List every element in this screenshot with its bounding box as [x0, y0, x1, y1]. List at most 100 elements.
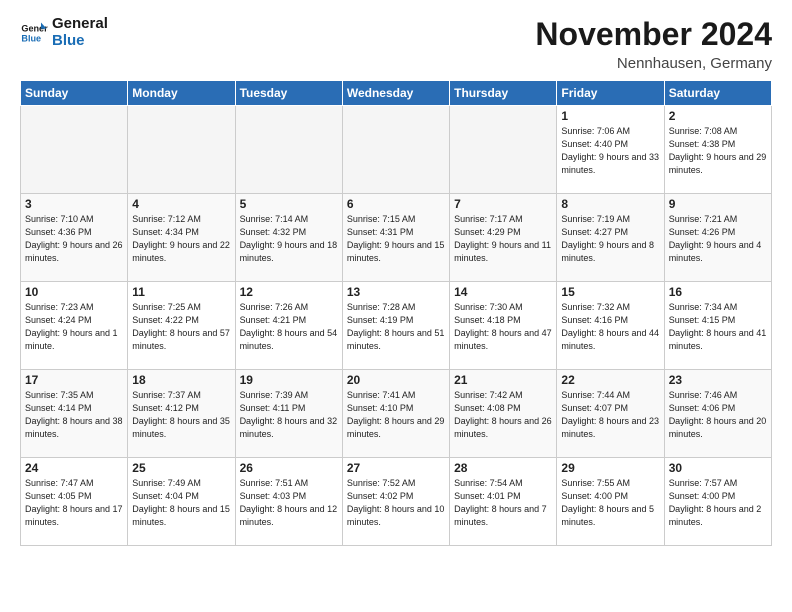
calendar-day-14: 14 Sunrise: 7:30 AM Sunset: 4:18 PM Dayli… — [450, 282, 557, 370]
calendar-day-5: 5Sunrise: 7:14 AM Sunset: 4:32 PM Daylig… — [235, 194, 342, 282]
day-info: Sunrise: 7:55 AM Sunset: 4:00 PM Dayligh… — [561, 477, 659, 529]
calendar-day-18: 18 Sunrise: 7:37 AM Sunset: 4:12 PM Dayli… — [128, 370, 235, 458]
day-number: 26 — [240, 461, 338, 475]
day-info: Sunrise: 7:14 AM Sunset: 4:32 PM Dayligh… — [240, 213, 338, 265]
day-number: 24 — [25, 461, 123, 475]
day-number: 6 — [347, 197, 445, 211]
calendar-day-8: 8 Sunrise: 7:19 AM Sunset: 4:27 PM Daylig… — [557, 194, 664, 282]
location: Nennhausen, Germany — [535, 55, 772, 72]
calendar-table: SundayMondayTuesdayWednesdayThursdayFrid… — [20, 80, 772, 546]
day-info: Sunrise: 7:26 AM Sunset: 4:21 PM Dayligh… — [240, 301, 338, 353]
day-number: 22 — [561, 373, 659, 387]
day-info: Sunrise: 7:30 AM Sunset: 4:18 PM Dayligh… — [454, 301, 552, 353]
weekday-header-saturday: Saturday — [664, 81, 771, 106]
weekday-header-monday: Monday — [128, 81, 235, 106]
day-info: Sunrise: 7:25 AM Sunset: 4:22 PM Dayligh… — [132, 301, 230, 353]
day-number: 9 — [669, 197, 767, 211]
day-info: Sunrise: 7:54 AM Sunset: 4:01 PM Dayligh… — [454, 477, 552, 529]
day-number: 21 — [454, 373, 552, 387]
day-number: 11 — [132, 285, 230, 299]
day-number: 18 — [132, 373, 230, 387]
day-number: 16 — [669, 285, 767, 299]
calendar-day-29: 29Sunrise: 7:55 AM Sunset: 4:00 PM Dayli… — [557, 458, 664, 546]
logo-general: General — [52, 16, 108, 33]
day-number: 25 — [132, 461, 230, 475]
weekday-header-friday: Friday — [557, 81, 664, 106]
calendar-day-28: 28 Sunrise: 7:54 AM Sunset: 4:01 PM Dayli… — [450, 458, 557, 546]
calendar-day-15: 15 Sunrise: 7:32 AM Sunset: 4:16 PM Dayli… — [557, 282, 664, 370]
day-info: Sunrise: 7:28 AM Sunset: 4:19 PM Dayligh… — [347, 301, 445, 353]
calendar-day-13: 13 Sunrise: 7:28 AM Sunset: 4:19 PM Dayli… — [342, 282, 449, 370]
day-info: Sunrise: 7:44 AM Sunset: 4:07 PM Dayligh… — [561, 389, 659, 441]
day-info: Sunrise: 7:52 AM Sunset: 4:02 PM Dayligh… — [347, 477, 445, 529]
day-number: 30 — [669, 461, 767, 475]
day-number: 13 — [347, 285, 445, 299]
month-title: November 2024 — [535, 16, 772, 53]
day-number: 10 — [25, 285, 123, 299]
day-info: Sunrise: 7:10 AM Sunset: 4:36 PM Dayligh… — [25, 213, 123, 265]
day-number: 12 — [240, 285, 338, 299]
calendar-day-10: 10 Sunrise: 7:23 AM Sunset: 4:24 PM Dayli… — [21, 282, 128, 370]
day-number: 8 — [561, 197, 659, 211]
day-info: Sunrise: 7:21 AM Sunset: 4:26 PM Dayligh… — [669, 213, 767, 265]
calendar-day-1: 1 Sunrise: 7:06 AM Sunset: 4:40 PM Daylig… — [557, 106, 664, 194]
calendar-week-4: 17 Sunrise: 7:35 AM Sunset: 4:14 PM Dayli… — [21, 370, 772, 458]
day-info: Sunrise: 7:35 AM Sunset: 4:14 PM Dayligh… — [25, 389, 123, 441]
calendar-day-6: 6 Sunrise: 7:15 AM Sunset: 4:31 PM Daylig… — [342, 194, 449, 282]
calendar-day-21: 21 Sunrise: 7:42 AM Sunset: 4:08 PM Dayli… — [450, 370, 557, 458]
day-info: Sunrise: 7:37 AM Sunset: 4:12 PM Dayligh… — [132, 389, 230, 441]
calendar-day-26: 26 Sunrise: 7:51 AM Sunset: 4:03 PM Dayli… — [235, 458, 342, 546]
day-number: 14 — [454, 285, 552, 299]
calendar-day-23: 23 Sunrise: 7:46 AM Sunset: 4:06 PM Dayli… — [664, 370, 771, 458]
day-number: 1 — [561, 109, 659, 123]
day-info: Sunrise: 7:34 AM Sunset: 4:15 PM Dayligh… — [669, 301, 767, 353]
weekday-header-sunday: Sunday — [21, 81, 128, 106]
weekday-header-tuesday: Tuesday — [235, 81, 342, 106]
day-number: 17 — [25, 373, 123, 387]
calendar-day-17: 17 Sunrise: 7:35 AM Sunset: 4:14 PM Dayli… — [21, 370, 128, 458]
day-info: Sunrise: 7:32 AM Sunset: 4:16 PM Dayligh… — [561, 301, 659, 353]
calendar-day-empty — [235, 106, 342, 194]
weekday-header-row: SundayMondayTuesdayWednesdayThursdayFrid… — [21, 81, 772, 106]
day-info: Sunrise: 7:23 AM Sunset: 4:24 PM Dayligh… — [25, 301, 123, 353]
day-info: Sunrise: 7:46 AM Sunset: 4:06 PM Dayligh… — [669, 389, 767, 441]
day-info: Sunrise: 7:39 AM Sunset: 4:11 PM Dayligh… — [240, 389, 338, 441]
day-number: 4 — [132, 197, 230, 211]
calendar-week-5: 24Sunrise: 7:47 AM Sunset: 4:05 PM Dayli… — [21, 458, 772, 546]
day-number: 28 — [454, 461, 552, 475]
day-number: 20 — [347, 373, 445, 387]
day-info: Sunrise: 7:57 AM Sunset: 4:00 PM Dayligh… — [669, 477, 767, 529]
calendar-day-16: 16 Sunrise: 7:34 AM Sunset: 4:15 PM Dayli… — [664, 282, 771, 370]
calendar-day-empty — [450, 106, 557, 194]
day-info: Sunrise: 7:51 AM Sunset: 4:03 PM Dayligh… — [240, 477, 338, 529]
day-info: Sunrise: 7:19 AM Sunset: 4:27 PM Dayligh… — [561, 213, 659, 265]
day-info: Sunrise: 7:15 AM Sunset: 4:31 PM Dayligh… — [347, 213, 445, 265]
page-container: General Blue General Blue November 2024 … — [0, 0, 792, 556]
calendar-day-22: 22 Sunrise: 7:44 AM Sunset: 4:07 PM Dayli… — [557, 370, 664, 458]
weekday-header-thursday: Thursday — [450, 81, 557, 106]
calendar-day-19: 19 Sunrise: 7:39 AM Sunset: 4:11 PM Dayli… — [235, 370, 342, 458]
calendar-day-empty — [342, 106, 449, 194]
calendar-day-empty — [21, 106, 128, 194]
calendar-day-27: 27Sunrise: 7:52 AM Sunset: 4:02 PM Dayli… — [342, 458, 449, 546]
calendar-day-30: 30 Sunrise: 7:57 AM Sunset: 4:00 PM Dayli… — [664, 458, 771, 546]
calendar-day-2: 2Sunrise: 7:08 AM Sunset: 4:38 PM Daylig… — [664, 106, 771, 194]
day-number: 19 — [240, 373, 338, 387]
calendar-day-12: 12 Sunrise: 7:26 AM Sunset: 4:21 PM Dayli… — [235, 282, 342, 370]
day-info: Sunrise: 7:41 AM Sunset: 4:10 PM Dayligh… — [347, 389, 445, 441]
calendar-day-4: 4Sunrise: 7:12 AM Sunset: 4:34 PM Daylig… — [128, 194, 235, 282]
day-info: Sunrise: 7:17 AM Sunset: 4:29 PM Dayligh… — [454, 213, 552, 265]
calendar-day-11: 11 Sunrise: 7:25 AM Sunset: 4:22 PM Dayli… — [128, 282, 235, 370]
day-info: Sunrise: 7:06 AM Sunset: 4:40 PM Dayligh… — [561, 125, 659, 177]
day-number: 23 — [669, 373, 767, 387]
title-block: November 2024 Nennhausen, Germany — [535, 16, 772, 72]
day-info: Sunrise: 7:49 AM Sunset: 4:04 PM Dayligh… — [132, 477, 230, 529]
svg-text:Blue: Blue — [21, 33, 41, 43]
day-number: 15 — [561, 285, 659, 299]
logo: General Blue General Blue — [20, 16, 108, 49]
calendar-day-3: 3Sunrise: 7:10 AM Sunset: 4:36 PM Daylig… — [21, 194, 128, 282]
logo-icon: General Blue — [20, 19, 48, 47]
calendar-body: 1 Sunrise: 7:06 AM Sunset: 4:40 PM Daylig… — [21, 106, 772, 546]
day-info: Sunrise: 7:42 AM Sunset: 4:08 PM Dayligh… — [454, 389, 552, 441]
calendar-day-20: 20 Sunrise: 7:41 AM Sunset: 4:10 PM Dayli… — [342, 370, 449, 458]
